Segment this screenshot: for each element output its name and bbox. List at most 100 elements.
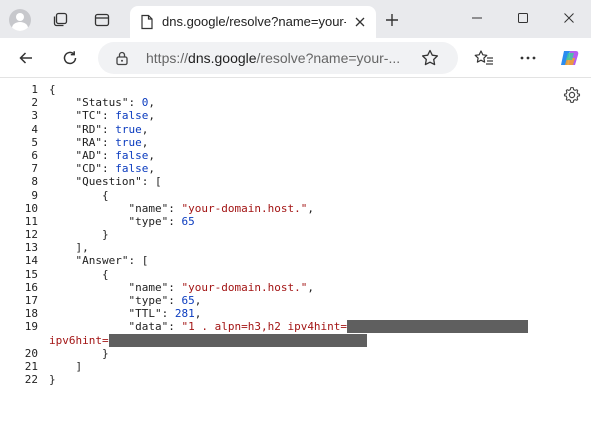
- url-host: dns.google: [188, 50, 257, 66]
- json-viewer: 1{2 "Status": 0, 3 "TC": false, 4 "RD": tr…: [0, 79, 591, 430]
- favorites-button[interactable]: [470, 44, 498, 72]
- json-punctuation: [49, 307, 128, 320]
- navigation-toolbar: https://dns.google/resolve?name=your-...: [0, 38, 591, 78]
- reload-button[interactable]: [56, 44, 84, 72]
- code-line: 21 ]: [0, 360, 555, 373]
- json-punctuation: ,: [148, 109, 155, 123]
- json-string: "your-domain.host.": [181, 201, 308, 215]
- code-text: "Answer": [: [38, 254, 149, 268]
- json-key: "Answer": [75, 254, 129, 268]
- code-text: {: [38, 268, 109, 281]
- line-number: 12: [24, 228, 38, 242]
- line-number: 13: [24, 241, 38, 255]
- json-boolean: true: [115, 135, 142, 149]
- workspaces-icon: [53, 12, 68, 27]
- code-text: "name": "your-domain.host.",: [38, 280, 314, 294]
- json-punctuation: :: [102, 109, 116, 123]
- tab-close-button[interactable]: [350, 12, 370, 32]
- code-text: "CD": false,: [38, 162, 156, 176]
- json-punctuation: :: [102, 122, 116, 136]
- json-punctuation: ,: [148, 96, 155, 110]
- code-line: 2 "Status": 0,: [0, 96, 555, 109]
- json-punctuation: [49, 149, 76, 162]
- code-text: ipv6hint=: [49, 333, 367, 347]
- code-line: 8 "Question": [: [0, 175, 555, 188]
- profile-button[interactable]: [6, 6, 34, 34]
- more-button[interactable]: [514, 44, 542, 72]
- maximize-button[interactable]: [500, 0, 546, 36]
- code-text: "RD": true,: [38, 122, 149, 136]
- close-window-button[interactable]: [546, 0, 591, 36]
- code-text: "TTL": 281,: [38, 307, 201, 320]
- json-punctuation: :: [102, 148, 116, 162]
- json-punctuation: ,: [307, 280, 314, 294]
- address-bar[interactable]: https://dns.google/resolve?name=your-...: [98, 42, 458, 74]
- copilot-button[interactable]: [556, 44, 584, 72]
- line-number: 10: [24, 201, 38, 215]
- json-punctuation: :: [102, 135, 116, 149]
- json-key: "RD": [75, 122, 103, 136]
- json-key: "name": [128, 280, 169, 294]
- json-punctuation: [49, 281, 128, 294]
- url-scheme: https://: [146, 50, 189, 66]
- json-key: "CD": [75, 162, 103, 176]
- tab-title: dns.google/resolve?name=your-domain.host…: [162, 14, 346, 29]
- json-key: "RA": [75, 135, 103, 149]
- json-string: "1 . alpn=h3,h2 ipv4hint=: [181, 320, 348, 334]
- code-line: 3 "TC": false,: [0, 109, 555, 122]
- json-punctuation: ,: [141, 122, 149, 136]
- json-punctuation: [49, 202, 128, 215]
- active-tab[interactable]: dns.google/resolve?name=your-domain.host…: [130, 6, 376, 38]
- json-punctuation: :: [168, 294, 182, 307]
- tab-actions-icon: [94, 13, 110, 27]
- line-number: 16: [24, 280, 38, 294]
- code-text: ]: [38, 360, 82, 373]
- viewer-settings-button[interactable]: [561, 84, 583, 106]
- lock-icon[interactable]: [114, 50, 130, 66]
- json-boolean: false: [115, 148, 149, 162]
- line-number: 21: [24, 359, 38, 373]
- json-punctuation: :: [168, 280, 182, 294]
- line-number: 3: [31, 109, 38, 123]
- json-punctuation: [49, 294, 128, 307]
- minimize-icon: [472, 17, 482, 19]
- line-number: 8: [31, 175, 38, 189]
- line-number: 19: [24, 320, 38, 334]
- close-icon: [564, 13, 574, 23]
- code-text: "Status": 0,: [38, 96, 155, 109]
- code-text: "Question": [: [38, 175, 162, 188]
- code-text: }: [38, 228, 109, 241]
- json-punctuation: :: [128, 96, 142, 110]
- json-punctuation: ,: [194, 294, 202, 307]
- close-icon: [355, 17, 365, 27]
- json-punctuation: }: [49, 228, 109, 242]
- star-icon[interactable]: [420, 48, 440, 68]
- json-string: "your-domain.host.": [181, 280, 308, 294]
- json-punctuation: : [: [141, 175, 162, 189]
- back-button[interactable]: [12, 44, 40, 72]
- more-icon: [520, 56, 536, 60]
- favorites-icon: [474, 50, 493, 65]
- minimize-button[interactable]: [454, 0, 500, 36]
- new-tab-button[interactable]: [378, 6, 406, 34]
- code-line: 9 {: [0, 189, 555, 202]
- code-line: 6 "AD": false,: [0, 149, 555, 162]
- code-line: 11 "type": 65: [0, 215, 555, 228]
- code-line: 17 "type": 65,: [0, 294, 555, 307]
- json-string: ipv6hint=: [49, 333, 109, 347]
- line-number: 1: [31, 83, 38, 96]
- tab-actions-button[interactable]: [88, 6, 116, 34]
- json-number: 65: [181, 294, 195, 307]
- json-key: "Question": [75, 175, 142, 189]
- json-punctuation: : [: [128, 254, 149, 268]
- json-punctuation: :: [168, 214, 182, 228]
- code-line: 1{: [0, 83, 555, 96]
- workspaces-button[interactable]: [46, 6, 74, 34]
- json-punctuation: ,: [148, 162, 155, 176]
- code-line: 12 }: [0, 228, 555, 241]
- json-punctuation: :: [168, 201, 182, 215]
- redacted-value: [108, 333, 367, 347]
- line-number: 14: [24, 254, 38, 268]
- tab-strip: dns.google/resolve?name=your-domain.host…: [0, 0, 591, 38]
- line-number: 11: [24, 214, 38, 228]
